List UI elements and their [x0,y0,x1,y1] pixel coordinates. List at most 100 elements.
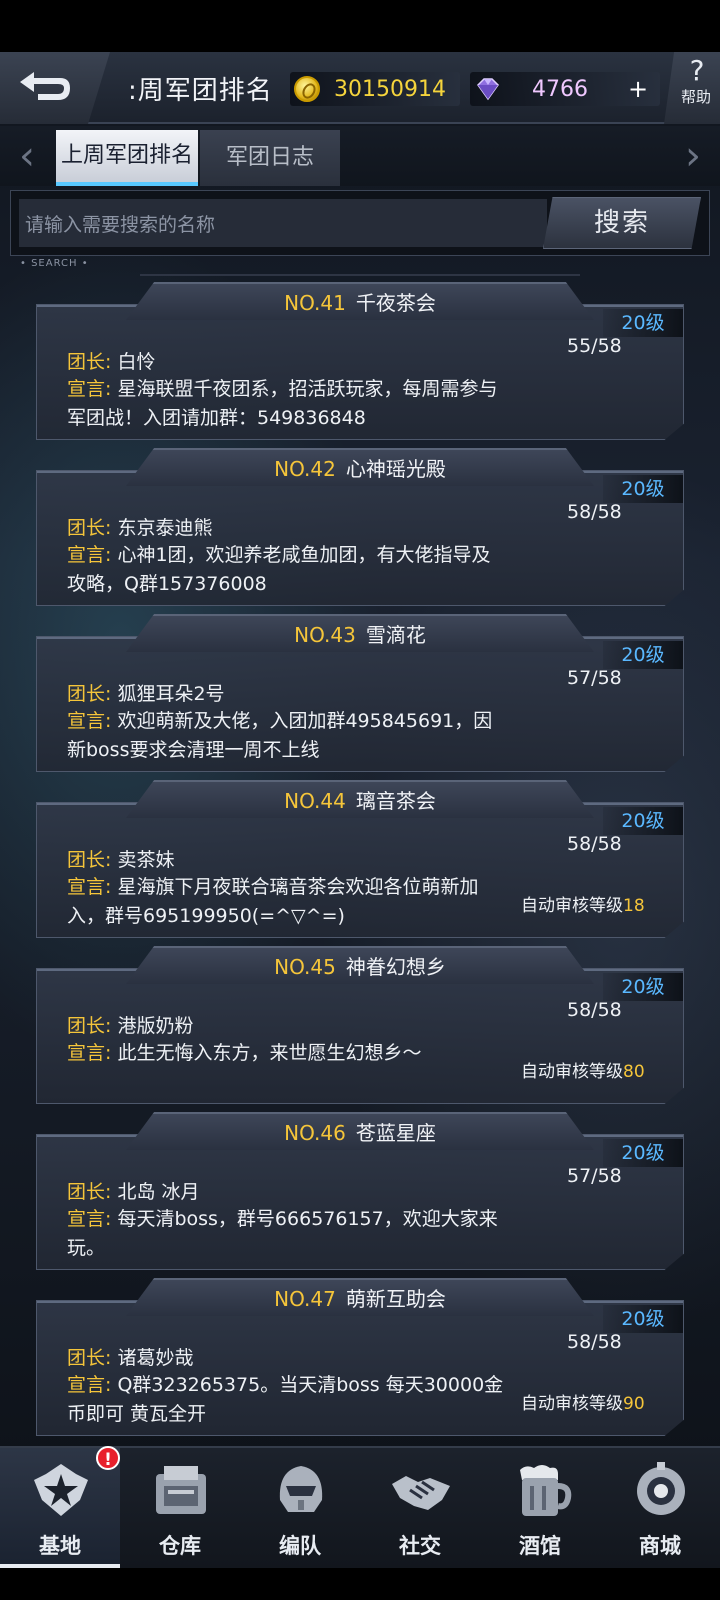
auto-review-level: 自动审核等级18 [521,891,645,916]
auto-review-label: 自动审核等级 [521,1394,623,1414]
guild-card-body: 20级 58/58 团长: 卖茶妹 宣言: 星海旗下月夜联合璃音茶会欢迎各位萌新加入，… [36,802,684,938]
gold-currency: 30150914 [290,72,460,106]
declaration-text: 星海联盟千夜团系，招活跃玩家，每周需参与军团战！入团请加群：549836848 [67,378,498,429]
leader-name: 东京泰迪熊 [111,517,213,539]
leader-name: 卖茶妹 [111,849,175,871]
nav-label: 社交 [399,1533,441,1558]
search-input[interactable]: 请输入需要搜索的名称 [19,199,547,247]
declaration-label: 宣言: [67,876,112,898]
guild-rank: NO.41 [284,291,346,315]
help-button[interactable]: ? 帮助 [664,52,720,124]
level-badge: 20级 [603,807,683,835]
base-star-icon [30,1460,92,1522]
level-badge: 20级 [603,1139,683,1167]
gold-coin-icon [294,76,320,102]
declaration: 宣言: 欢迎萌新及大佬，入团加群495845691，因新boss要求会清理一周不… [67,707,507,765]
leader-label: 团长: [67,1347,112,1369]
add-gems-button[interactable]: + [624,76,652,102]
guild-card-body: 20级 57/58 团长: 北岛 冰月 宣言: 每天清boss，群号666576157… [36,1134,684,1270]
leader-label: 团长: [67,1181,112,1203]
divider [140,274,580,276]
guild-list[interactable]: 20级 55/58 团长: 白怜 宣言: 星海联盟千夜团系，招活跃玩家，每周需参与军团… [36,282,684,1446]
guild-title-tab: NO.42 心神瑶光殿 [126,448,594,486]
nav-item-shop-robot[interactable]: 商城 [600,1448,720,1568]
guild-card-body: 20级 58/58 团长: 诸葛妙哉 宣言: Q群323265375。当天清boss … [36,1300,684,1436]
leader-name: 北岛 冰月 [111,1181,200,1203]
declaration-text: Q群323265375。当天清boss 每天30000金币即可 黄瓦全开 [67,1374,504,1425]
tab-last-week-ranking[interactable]: 上周军团排名 [56,130,198,186]
auto-review-level: 自动审核等级80 [521,1057,645,1082]
leader-label: 团长: [67,351,112,373]
alert-badge: ! [96,1446,120,1470]
auto-review-level: 自动审核等级90 [521,1389,645,1414]
guild-card[interactable]: 20级 55/58 团长: 白怜宣言: 星海联盟千夜团系，招活跃玩家，每周需参与军团… [36,282,684,442]
leader-line: 团长: 白怜 [67,347,155,374]
declaration-label: 宣言: [67,710,112,732]
member-count: 55/58 [567,335,622,357]
chevron-right-icon[interactable]: › [678,136,708,176]
auto-review-value: 18 [623,896,645,916]
member-count: 58/58 [567,1331,622,1353]
declaration-label: 宣言: [67,1374,112,1396]
nav-label: 基地 [39,1533,81,1558]
declaration-text: 欢迎萌新及大佬，入团加群495845691，因新boss要求会清理一周不上线 [67,710,493,761]
nav-item-warehouse[interactable]: 仓库 [120,1448,240,1568]
shop-robot-icon [630,1460,692,1522]
diamond-icon [477,78,499,101]
member-count: 57/58 [567,667,622,689]
guild-name: 雪滴花 [365,623,426,647]
guild-card[interactable]: 20级 58/58 团长: 港版奶粉 宣言: 此生无悔入东方，来世愿生幻想乡～ 自动审核… [36,946,684,1106]
status-bar-area [0,0,720,52]
guild-rank: NO.43 [294,623,356,647]
page-title: :周军团排名 [128,76,273,106]
level-badge: 20级 [603,1305,683,1333]
guild-card[interactable]: 20级 57/58 团长: 北岛 冰月 宣言: 每天清boss，群号666576157… [36,1112,684,1272]
declaration: 宣言: 此生无悔入东方，来世愿生幻想乡～ [67,1039,507,1068]
nav-item-helmet[interactable]: 编队 [240,1448,360,1568]
level-badge: 20级 [603,309,683,337]
header-bar: :周军团排名 30150914 4766 + ? 帮助 [0,52,720,124]
guild-card-body: 20级 55/58 团长: 白怜宣言: 星海联盟千夜团系，招活跃玩家，每周需参与军团… [36,304,684,440]
member-count: 57/58 [567,1165,622,1187]
guild-card[interactable]: 20级 58/58 团长: 卖茶妹 宣言: 星海旗下月夜联合璃音茶会欢迎各位萌新加入，… [36,780,684,940]
beer-mug-icon [510,1460,572,1522]
member-count: 58/58 [567,999,622,1021]
declaration-label: 宣言: [67,378,112,400]
guild-title-tab: NO.41 千夜茶会 [126,282,594,320]
chevron-left-icon[interactable]: ‹ [12,136,42,176]
guild-name: 心神瑶光殿 [345,457,446,481]
declaration: 宣言: 心神1团，欢迎养老咸鱼加团，有大佬指导及攻略，Q群157376008 [67,541,507,599]
leader-label: 团长: [67,517,112,539]
nav-label: 商城 [639,1533,681,1558]
declaration-label: 宣言: [67,1042,112,1064]
tab-legion-log[interactable]: 军团日志 [200,130,340,186]
guild-card[interactable]: 20级 58/58 团长: 东京泰迪熊 宣言: 心神1团，欢迎养老咸鱼加团，有大佬指导… [36,448,684,608]
leader-name: 狐狸耳朵2号 [111,683,225,705]
guild-name: 神眷幻想乡 [345,955,446,979]
guild-card[interactable]: 20级 58/58 团长: 诸葛妙哉 宣言: Q群323265375。当天清boss … [36,1278,684,1438]
gold-amount: 30150914 [334,76,446,102]
auto-review-label: 自动审核等级 [521,896,623,916]
nav-item-handshake[interactable]: 社交 [360,1448,480,1568]
guild-title-tab: NO.45 神眷幻想乡 [126,946,594,984]
nav-gesture-area [0,1568,720,1600]
back-arrow-icon [20,72,70,100]
guild-card[interactable]: 20级 57/58 团长: 狐狸耳朵2号 宣言: 欢迎萌新及大佬，入团加群495845… [36,614,684,774]
back-button[interactable] [0,52,110,124]
guild-title-tab: NO.46 苍蓝星座 [126,1112,594,1150]
auto-review-value: 90 [623,1394,645,1414]
leader-name: 白怜 [111,351,156,373]
gem-currency: 4766 + [470,72,660,106]
gem-amount: 4766 [532,76,588,102]
guild-name: 萌新互助会 [345,1287,446,1311]
nav-item-base-star[interactable]: 基地! [0,1446,120,1568]
guild-rank: NO.45 [274,955,336,979]
search-button[interactable]: 搜索 [543,197,701,249]
guild-rank: NO.44 [284,789,346,813]
level-badge: 20级 [603,973,683,1001]
guild-name: 千夜茶会 [355,291,436,315]
declaration: 宣言: Q群323265375。当天清boss 每天30000金币即可 黄瓦全开 [67,1371,507,1429]
level-badge: 20级 [603,641,683,669]
declaration: 宣言: 星海旗下月夜联合璃音茶会欢迎各位萌新加入，群号695199950(=^▽… [67,873,507,931]
nav-item-beer-mug[interactable]: 酒馆 [480,1448,600,1568]
